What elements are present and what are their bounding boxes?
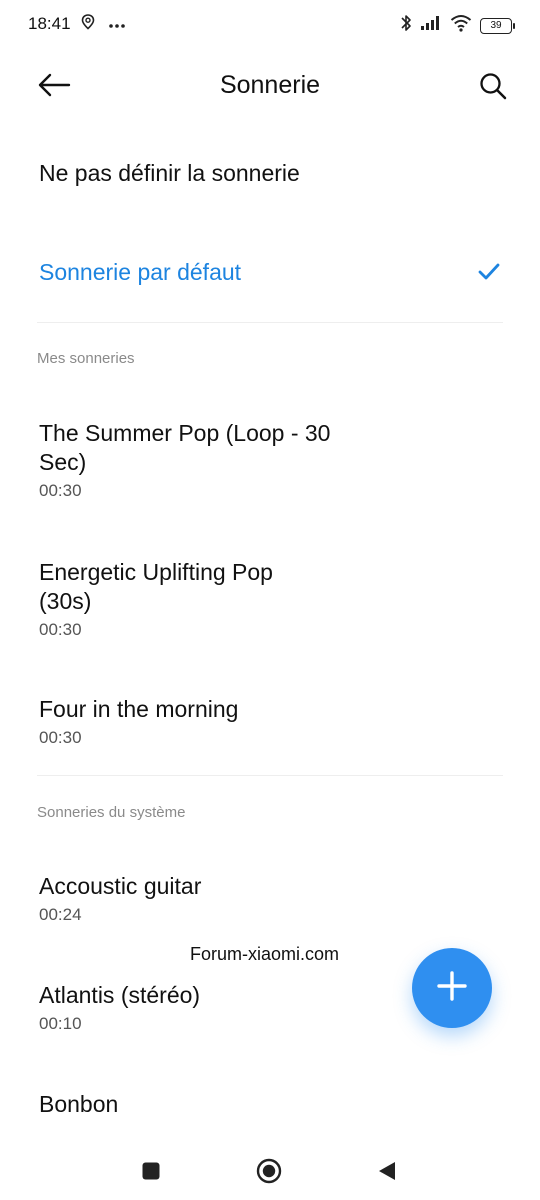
list-item[interactable]: Accoustic guitar 00:24 — [39, 872, 504, 925]
ringtone-duration: 00:24 — [39, 905, 82, 924]
ringtone-duration: 00:30 — [39, 481, 82, 500]
divider — [37, 775, 503, 776]
option-default-ringtone-label: Sonnerie par défaut — [39, 259, 242, 285]
section-header-system-ringtones: Sonneries du système — [37, 804, 186, 821]
ringtone-title-line2: Sec) — [39, 449, 87, 475]
ringtone-title-line2: (30s) — [39, 588, 92, 614]
ringtone-title-line1: Energetic Uplifting Pop — [39, 559, 273, 585]
app-bar: Sonnerie — [0, 55, 540, 115]
home-circle-icon[interactable] — [254, 1156, 284, 1186]
status-bar: 18:41 39 — [0, 0, 540, 50]
add-ringtone-button[interactable] — [412, 948, 492, 1028]
option-default-ringtone[interactable]: Sonnerie par défaut — [39, 258, 504, 287]
back-triangle-icon[interactable] — [372, 1156, 402, 1186]
ringtone-duration: 00:30 — [39, 620, 82, 639]
bluetooth-icon — [400, 13, 412, 38]
navigation-bar — [0, 1140, 540, 1200]
plus-icon — [436, 970, 468, 1007]
status-left-icons — [80, 13, 126, 36]
ringtone-title: Four in the morning — [39, 696, 239, 722]
check-icon — [478, 263, 500, 286]
battery-icon: 39 — [480, 17, 515, 34]
ringtone-title: Accoustic guitar — [39, 873, 202, 899]
ringtone-duration: 00:30 — [39, 728, 82, 747]
ringtone-title: Bonbon — [39, 1091, 119, 1117]
status-time: 18:41 — [28, 14, 71, 33]
list-item[interactable]: Four in the morning 00:30 — [39, 695, 504, 748]
status-right-icons: 39 — [400, 13, 515, 38]
watermark: Forum-xiaomi.com — [190, 944, 340, 964]
list-item[interactable]: The Summer Pop (Loop - 30 Sec) 00:30 — [39, 419, 504, 501]
divider — [37, 322, 503, 323]
more-dots-icon — [108, 16, 126, 34]
recents-square-icon[interactable] — [136, 1156, 166, 1186]
list-item[interactable]: Bonbon — [39, 1090, 504, 1119]
signal-icon — [420, 15, 442, 36]
location-icon — [80, 13, 96, 36]
list-item[interactable]: Energetic Uplifting Pop (30s) 00:30 — [39, 558, 504, 640]
ringtone-title-line1: The Summer Pop (Loop - 30 — [39, 420, 331, 446]
wifi-icon — [450, 14, 472, 37]
option-no-ringtone-label: Ne pas définir la sonnerie — [39, 160, 300, 186]
section-header-my-ringtones: Mes sonneries — [37, 350, 135, 367]
page-title: Sonnerie — [219, 71, 321, 99]
option-no-ringtone[interactable]: Ne pas définir la sonnerie — [39, 159, 504, 188]
search-icon[interactable] — [476, 69, 510, 103]
